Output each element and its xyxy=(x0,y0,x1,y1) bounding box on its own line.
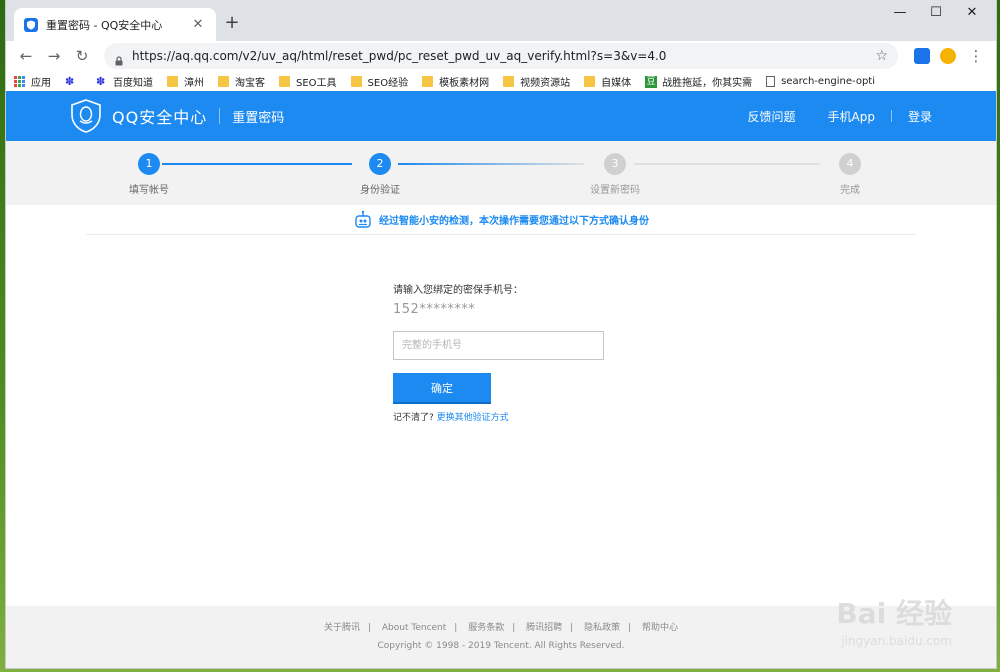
header-links: 反馈问题 手机App 登录 xyxy=(716,108,932,125)
forgot-text: 记不清了? xyxy=(393,413,434,423)
lock-icon xyxy=(114,51,124,66)
bookmark-folder[interactable]: 模板素材网 xyxy=(422,74,489,89)
masked-phone-number: 152******** xyxy=(393,302,476,317)
folder-icon xyxy=(350,76,362,87)
back-arrow-icon[interactable]: ← xyxy=(14,44,38,68)
change-verify-method-link[interactable]: 更换其他验证方式 xyxy=(437,413,509,423)
footer-link[interactable]: About Tencent xyxy=(382,623,446,633)
folder-icon xyxy=(584,76,596,87)
star-icon[interactable]: ☆ xyxy=(875,48,888,64)
shield-favicon-icon xyxy=(24,17,38,32)
header-divider xyxy=(219,108,221,124)
tab-title: 重置密码 - QQ安全中心 xyxy=(46,18,163,32)
step-number: 2 xyxy=(369,153,391,175)
feedback-link[interactable]: 反馈问题 xyxy=(748,108,796,125)
maximize-icon[interactable]: ☐ xyxy=(918,0,954,24)
browser-window: 重置密码 - QQ安全中心 ✕ + — ☐ ✕ ← → ↻ https://aq… xyxy=(6,0,996,668)
page-content: QQ安全中心 重置密码 反馈问题 手机App 登录 1 填写帐号 2 身份验证 xyxy=(6,91,996,668)
tab-strip: 重置密码 - QQ安全中心 ✕ + — ☐ ✕ xyxy=(6,0,996,41)
bookmark-apps[interactable]: 应用 xyxy=(14,74,51,89)
new-tab-icon[interactable]: + xyxy=(220,12,244,33)
browser-toolbar: ← → ↻ https://aq.qq.com/v2/uv_aq/html/re… xyxy=(6,41,996,71)
minimize-icon[interactable]: — xyxy=(882,0,918,24)
brand-name: QQ安全中心 xyxy=(112,108,208,127)
page-subtitle: 重置密码 xyxy=(232,110,285,126)
url-text: https://aq.qq.com/v2/uv_aq/html/reset_pw… xyxy=(132,49,667,63)
mobile-app-link[interactable]: 手机App xyxy=(828,108,875,125)
step-2: 2 身份验证 xyxy=(320,153,440,196)
bookmark-baidu-icon-only[interactable]: ✽ xyxy=(65,75,82,88)
shield-penguin-icon xyxy=(71,99,101,133)
bookmark-baiduzhidao[interactable]: ✽ 百度知道 xyxy=(96,74,153,89)
close-window-icon[interactable]: ✕ xyxy=(954,0,990,24)
footer-link[interactable]: 关于腾讯 xyxy=(324,623,360,633)
step-label: 完成 xyxy=(840,185,860,196)
close-tab-icon[interactable]: ✕ xyxy=(190,17,206,32)
step-3: 3 设置新密码 xyxy=(555,153,675,196)
step-1: 1 填写帐号 xyxy=(89,153,209,196)
progress-steps: 1 填写帐号 2 身份验证 3 设置新密码 4 完成 xyxy=(6,141,996,205)
site-header: QQ安全中心 重置密码 反馈问题 手机App 登录 xyxy=(6,91,996,141)
phone-prompt-label: 请输入您绑定的密保手机号： xyxy=(393,285,523,296)
footer-link[interactable]: 腾讯招聘 xyxy=(526,623,562,633)
folder-icon xyxy=(503,76,515,87)
qq-security-logo[interactable]: QQ安全中心 xyxy=(70,99,207,133)
folder-icon xyxy=(422,76,434,87)
reload-icon[interactable]: ↻ xyxy=(70,44,94,68)
forward-arrow-icon[interactable]: → xyxy=(42,44,66,68)
folder-icon xyxy=(218,76,229,87)
bookmark-folder[interactable]: SEO工具 xyxy=(279,74,337,89)
step-label: 身份验证 xyxy=(360,185,400,196)
verification-notice: 经过智能小安的检测，本次操作需要您通过以下方式确认身份 xyxy=(86,205,916,235)
alt-verify-row: 记不清了? 更换其他验证方式 xyxy=(393,410,633,423)
extension-icon[interactable] xyxy=(914,48,930,64)
douban-icon: 豆 xyxy=(645,75,658,88)
folder-icon xyxy=(167,76,178,87)
bookmark-folder[interactable]: 漳州 xyxy=(167,74,204,89)
address-bar[interactable]: https://aq.qq.com/v2/uv_aq/html/reset_pw… xyxy=(104,43,898,69)
header-link-divider xyxy=(890,110,892,122)
more-vert-icon[interactable]: ⋮ xyxy=(964,44,988,68)
bookmark-page[interactable]: search-engine-opti xyxy=(766,76,875,87)
step-4: 4 完成 xyxy=(790,153,910,196)
notice-text: 经过智能小安的检测，本次操作需要您通过以下方式确认身份 xyxy=(379,216,649,227)
phone-number-input[interactable] xyxy=(393,331,604,360)
confirm-button[interactable]: 确定 xyxy=(393,373,491,404)
bookmarks-bar: 应用 ✽ ✽ 百度知道 漳州 淘宝客 SEO工具 SEO经验 模板素材网 视频资… xyxy=(6,71,996,93)
footer-link[interactable]: 隐私政策 xyxy=(584,623,620,633)
phone-verify-form: 请输入您绑定的密保手机号： 152******** 确定 记不清了? 更换其他验… xyxy=(393,281,633,423)
bookmark-folder[interactable]: SEO经验 xyxy=(350,74,408,89)
login-link[interactable]: 登录 xyxy=(908,108,932,125)
apps-grid-icon xyxy=(14,76,25,87)
page-icon xyxy=(766,76,776,87)
step-label: 设置新密码 xyxy=(590,185,640,196)
step-number: 3 xyxy=(604,153,626,175)
footer-link[interactable]: 服务条款 xyxy=(468,623,504,633)
profile-avatar-icon[interactable] xyxy=(940,48,956,64)
step-label: 填写帐号 xyxy=(129,185,169,196)
step-number: 1 xyxy=(138,153,160,175)
bookmark-folder[interactable]: 视频资源站 xyxy=(503,74,570,89)
bookmark-douban[interactable]: 豆 战胜拖延，你其实需 xyxy=(645,74,752,89)
robot-assistant-icon xyxy=(355,210,371,228)
folder-icon xyxy=(279,76,290,87)
baidu-jingyan-watermark: Bai 经验 jingyan.baidu.com xyxy=(836,597,952,648)
bookmark-folder[interactable]: 自媒体 xyxy=(584,74,631,89)
step-number: 4 xyxy=(839,153,861,175)
baidu-paw-icon: ✽ xyxy=(65,75,75,88)
bookmark-folder[interactable]: 淘宝客 xyxy=(218,74,265,89)
footer-link[interactable]: 帮助中心 xyxy=(642,623,678,633)
browser-tab[interactable]: 重置密码 - QQ安全中心 ✕ xyxy=(14,8,216,41)
baidu-paw-icon: ✽ xyxy=(96,75,106,88)
